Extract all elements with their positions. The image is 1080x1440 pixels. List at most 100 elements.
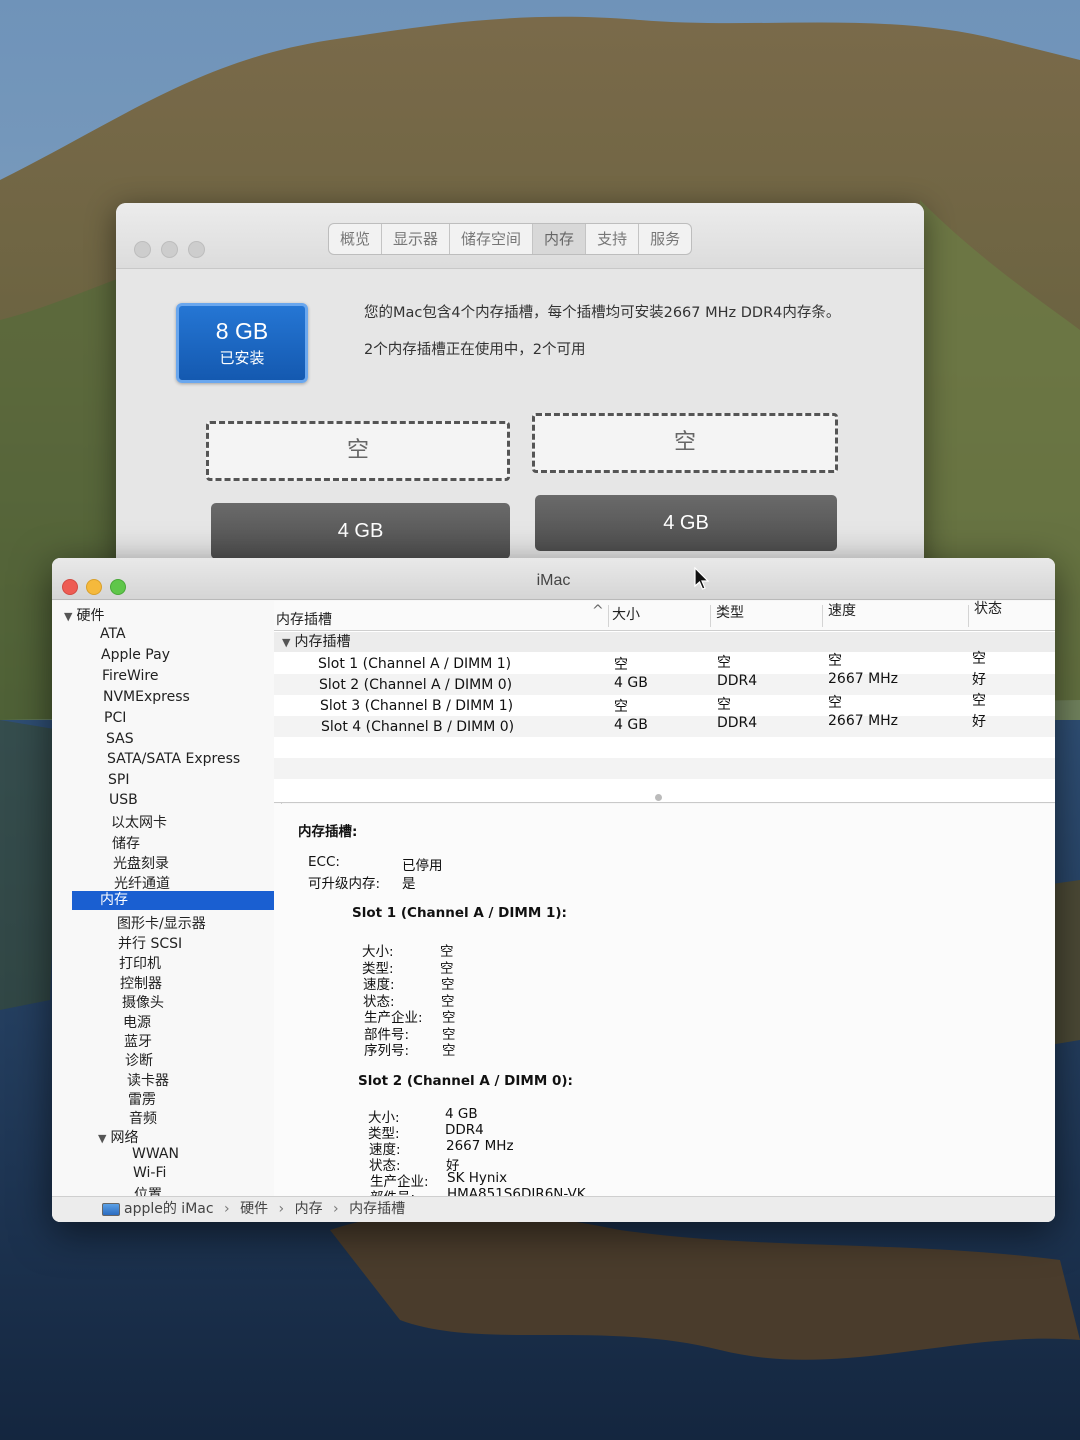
breadcrumb-item[interactable]: 硬件	[240, 1201, 268, 1217]
tab-displays[interactable]: 显示器	[382, 224, 451, 254]
cell-speed: 空	[828, 653, 842, 669]
breadcrumb-separator: ›	[333, 1201, 339, 1217]
cell-type: 空	[717, 697, 731, 713]
sidebar-item-nvmexpress[interactable]: NVMExpress	[103, 689, 190, 705]
sidebar-item-printers[interactable]: 打印机	[119, 953, 161, 973]
sidebar-group-hardware[interactable]: ▼ 硬件	[64, 605, 104, 625]
slot2-manufacturer-value: SK Hynix	[447, 1170, 508, 1186]
ram-total: 8 GB	[215, 318, 269, 344]
sidebar-item-controller[interactable]: 控制器	[120, 973, 162, 993]
cell-status: 空	[972, 693, 986, 709]
slot1-title: Slot 1 (Channel A / DIMM 1):	[352, 905, 567, 921]
sidebar-item-disc-burning[interactable]: 光盘刻录	[113, 853, 169, 873]
tab-memory[interactable]: 内存	[533, 224, 587, 254]
cell-slot: Slot 3 (Channel B / DIMM 1)	[320, 698, 514, 714]
sidebar-item-location[interactable]: 位置	[134, 1184, 162, 1196]
about-tabs: 概览 显示器 储存空间 内存 支持 服务	[328, 223, 693, 255]
sidebar-item-firewire[interactable]: FireWire	[102, 668, 158, 684]
pane-splitter-handle[interactable]	[655, 794, 662, 801]
table-group-row[interactable]: ▼ 内存插槽	[274, 632, 1055, 652]
tab-overview[interactable]: 概览	[329, 224, 383, 254]
slot2-size-value: 4 GB	[445, 1106, 478, 1122]
sidebar-group-network[interactable]: ▼ 网络	[98, 1127, 138, 1147]
tab-support[interactable]: 支持	[586, 224, 640, 254]
upgradeable-label: 可升级内存:	[308, 876, 381, 892]
sidebar-item-apple-pay[interactable]: Apple Pay	[101, 647, 170, 663]
sidebar-item-camera[interactable]: 摄像头	[122, 992, 164, 1012]
column-divider[interactable]	[968, 605, 969, 627]
cell-status: 好	[972, 714, 986, 730]
memory-slot-empty-right: 空	[532, 413, 838, 473]
table-row[interactable]: Slot 2 (Channel A / DIMM 0) 4 GB DDR4 26…	[274, 671, 1055, 695]
table-row[interactable]: Slot 3 (Channel B / DIMM 1) 空 空 空 空	[274, 693, 1055, 716]
column-header-slot[interactable]: 内存插槽	[276, 609, 332, 629]
sidebar-item-audio[interactable]: 音频	[129, 1108, 157, 1128]
sidebar-item-fibre-channel[interactable]: 光纤通道	[114, 873, 170, 893]
breadcrumb-item[interactable]: apple的 iMac	[124, 1201, 214, 1217]
table-row[interactable]: Slot 1 (Channel A / DIMM 1) 空 空 空 空	[274, 651, 1055, 674]
cell-slot: Slot 4 (Channel B / DIMM 0)	[321, 719, 515, 735]
window-title: iMac	[536, 572, 571, 589]
sidebar-item-storage[interactable]: 储存	[112, 833, 140, 853]
slot2-title: Slot 2 (Channel A / DIMM 0):	[358, 1073, 573, 1089]
table-row-empty	[274, 737, 1055, 758]
sidebar-item-diagnostics[interactable]: 诊断	[125, 1050, 153, 1070]
close-icon[interactable]	[134, 241, 151, 258]
cell-status: 好	[972, 672, 986, 688]
sidebar-item-ethernet[interactable]: 以太网卡	[111, 812, 167, 832]
slot1-serial-value: 空	[442, 1043, 456, 1059]
sidebar-item-wifi[interactable]: Wi-Fi	[133, 1165, 166, 1181]
ram-installed-badge: 8 GB 已安装	[176, 303, 308, 383]
sidebar-item-usb[interactable]: USB	[109, 792, 138, 808]
column-header-size[interactable]: 大小	[612, 604, 640, 624]
disclosure-triangle-icon[interactable]: ▼	[282, 633, 290, 653]
sort-ascending-icon[interactable]: ^	[592, 603, 604, 619]
zoom-icon[interactable]	[188, 241, 205, 258]
memory-slot-empty-left: 空	[206, 421, 510, 481]
sidebar-item-wwan[interactable]: WWAN	[132, 1146, 179, 1162]
sidebar-item-thunderbolt[interactable]: 雷雳	[128, 1089, 156, 1109]
table-group-label: 内存插槽	[294, 634, 351, 650]
about-titlebar: 概览 显示器 储存空间 内存 支持 服务	[116, 203, 924, 269]
upgradeable-value: 是	[402, 876, 416, 892]
sidebar-item-power[interactable]: 电源	[123, 1012, 151, 1032]
column-divider[interactable]	[608, 605, 609, 627]
sidebar-item-memory[interactable]: 内存	[72, 891, 281, 910]
sidebar-item-ata[interactable]: ATA	[100, 626, 126, 642]
sidebar-item-parallel-scsi[interactable]: 并行 SCSI	[118, 933, 182, 953]
memory-slot-filled-right: 4 GB	[535, 495, 837, 551]
column-header-type[interactable]: 类型	[716, 602, 744, 622]
sidebar-item-sata[interactable]: SATA/SATA Express	[107, 751, 240, 767]
cell-size: 空	[614, 657, 628, 673]
cell-speed: 2667 MHz	[828, 713, 899, 729]
sidebar-item-bluetooth[interactable]: 蓝牙	[124, 1031, 152, 1051]
sidebar-item-pci[interactable]: PCI	[104, 710, 126, 726]
slot2-speed-value: 2667 MHz	[446, 1138, 514, 1154]
disclosure-triangle-icon[interactable]: ▼	[64, 610, 72, 623]
column-header-status[interactable]: 状态	[974, 598, 1002, 618]
memory-slots-table: 内存插槽 ^ 大小 类型 速度 状态 ▼ 内存插槽 Slot 1 (Channel…	[274, 601, 1055, 803]
detail-heading: 内存插槽:	[298, 824, 358, 840]
cell-status: 空	[972, 651, 986, 667]
breadcrumb-item[interactable]: 内存	[295, 1201, 323, 1217]
table-header: 内存插槽 ^ 大小 类型 速度 状态	[274, 601, 1055, 631]
sidebar-item-spi[interactable]: SPI	[108, 772, 129, 788]
cell-size: 空	[614, 699, 628, 715]
minimize-icon[interactable]	[161, 241, 178, 258]
tab-service[interactable]: 服务	[639, 224, 691, 254]
tab-storage[interactable]: 储存空间	[450, 224, 534, 254]
column-divider[interactable]	[710, 605, 711, 627]
sidebar-item-graphics[interactable]: 图形卡/显示器	[117, 913, 206, 933]
ecc-value: 已停用	[402, 858, 443, 874]
table-row[interactable]: Slot 4 (Channel B / DIMM 0) 4 GB DDR4 26…	[274, 713, 1055, 737]
column-header-speed[interactable]: 速度	[828, 600, 856, 620]
sidebar-group-label: 硬件	[76, 608, 105, 624]
breadcrumb-item[interactable]: 内存插槽	[349, 1201, 405, 1217]
column-divider[interactable]	[822, 605, 823, 627]
sidebar: ▼ 硬件 ATA Apple Pay FireWire NVMExpress PC…	[52, 601, 282, 1196]
sidebar-item-card-reader[interactable]: 读卡器	[127, 1070, 169, 1090]
ecc-label: ECC:	[308, 854, 340, 870]
cell-size: 4 GB	[614, 675, 648, 691]
sidebar-item-sas[interactable]: SAS	[106, 731, 134, 747]
disclosure-triangle-icon[interactable]: ▼	[98, 1132, 106, 1145]
